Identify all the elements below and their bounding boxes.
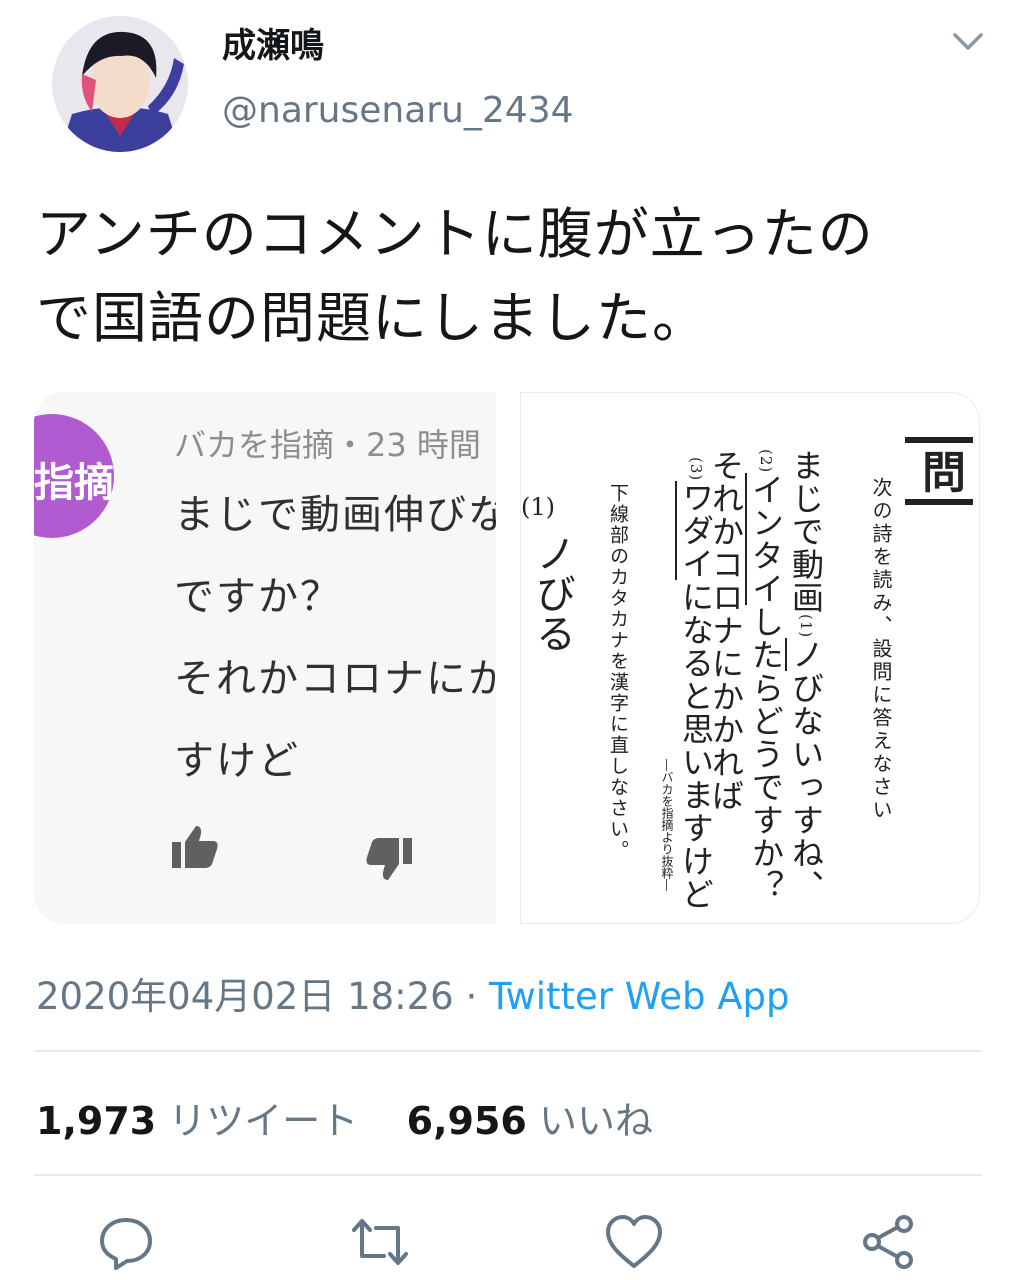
question-prompt: 下線部のカタカナを漢字に直しなさい。 bbox=[607, 483, 629, 861]
underline-marker: (1) bbox=[797, 614, 815, 639]
display-name[interactable]: 成瀬鳴 bbox=[222, 18, 324, 67]
tweet-text-line: で国語の問題にしました。 bbox=[36, 286, 709, 350]
channel-avatar-text: 指摘 bbox=[34, 460, 114, 506]
like-count-link[interactable]: 6,956 いいね bbox=[407, 1099, 653, 1143]
divider bbox=[34, 1174, 982, 1176]
underline-marker: (2) bbox=[757, 449, 775, 474]
retweet-icon[interactable] bbox=[350, 1212, 410, 1272]
answer-number: (1) bbox=[521, 493, 555, 521]
timestamp-text: 2020年04月02日 18:26 bbox=[36, 975, 454, 1018]
answer-text: ノびる bbox=[529, 533, 575, 653]
poem-text: したらどうですか？ bbox=[747, 605, 785, 903]
avatar[interactable] bbox=[52, 16, 188, 152]
share-icon[interactable] bbox=[858, 1212, 918, 1272]
thumbs-down-icon bbox=[364, 836, 414, 882]
like-count: 6,956 bbox=[406, 1099, 527, 1143]
question-heading: 問 bbox=[905, 437, 973, 505]
retweet-label: リツイート bbox=[168, 1099, 359, 1143]
underlined-word: インタイ bbox=[745, 473, 785, 606]
poem-line: (2)インタイしたらどうですか？ bbox=[743, 449, 789, 902]
comment-line: ですか？ bbox=[174, 574, 342, 620]
user-handle[interactable]: @narusenaru_2434 bbox=[222, 90, 574, 131]
retweet-count-link[interactable]: 1,973 リツイート bbox=[36, 1099, 358, 1143]
source-link[interactable]: Twitter Web App bbox=[489, 975, 789, 1018]
poem-line: まじで動画(1)ノびないっすね、 bbox=[783, 449, 829, 902]
like-label: いいね bbox=[538, 1099, 653, 1143]
comment-line: まじで動画伸びな bbox=[174, 492, 496, 538]
poem-source: ―バカを指摘より抜粋― bbox=[660, 759, 674, 891]
chevron-down-icon[interactable] bbox=[950, 26, 986, 56]
underline-marker: (3) bbox=[687, 457, 705, 482]
comment-line: それかコロナにか bbox=[174, 656, 496, 702]
thumbs-up-icon bbox=[170, 824, 220, 870]
like-icon[interactable] bbox=[604, 1212, 664, 1272]
poem-text: になると思いますけど bbox=[677, 580, 715, 911]
media-image-comment[interactable]: 指摘 バカを指摘・23 時間 まじで動画伸びな ですか？ それかコロナにか すけ… bbox=[34, 392, 496, 924]
question-instruction: 次の詩を読み、設問に答えなさい bbox=[869, 477, 893, 822]
separator: · bbox=[453, 975, 490, 1018]
poem-line: (3)ワダイになると思いますけど bbox=[673, 457, 719, 910]
underlined-word: ノ bbox=[785, 638, 825, 672]
tweet-text-line: アンチのコメントに腹が立ったの bbox=[36, 202, 874, 266]
poem-text: まじで動画 bbox=[787, 449, 825, 614]
underlined-word: ワダイ bbox=[675, 481, 715, 581]
divider bbox=[34, 1050, 982, 1052]
tweet-text: アンチのコメントに腹が立ったの で国語の問題にしました。 bbox=[36, 192, 986, 360]
media-image-question[interactable]: 問 次の詩を読み、設問に答えなさい まじで動画(1)ノびないっすね、 (2)イン… bbox=[520, 392, 980, 924]
tweet-timestamp: 2020年04月02日 18:26 · Twitter Web App bbox=[36, 966, 790, 1020]
comment-meta: バカを指摘・23 時間 bbox=[174, 426, 481, 464]
reply-icon[interactable] bbox=[96, 1212, 156, 1272]
poem-text: びないっすね、 bbox=[787, 671, 825, 903]
comment-line: すけど bbox=[174, 738, 300, 784]
retweet-count: 1,973 bbox=[36, 1099, 157, 1143]
tweet-stats: 1,973 リツイート 6,956 いいね bbox=[36, 1090, 653, 1145]
